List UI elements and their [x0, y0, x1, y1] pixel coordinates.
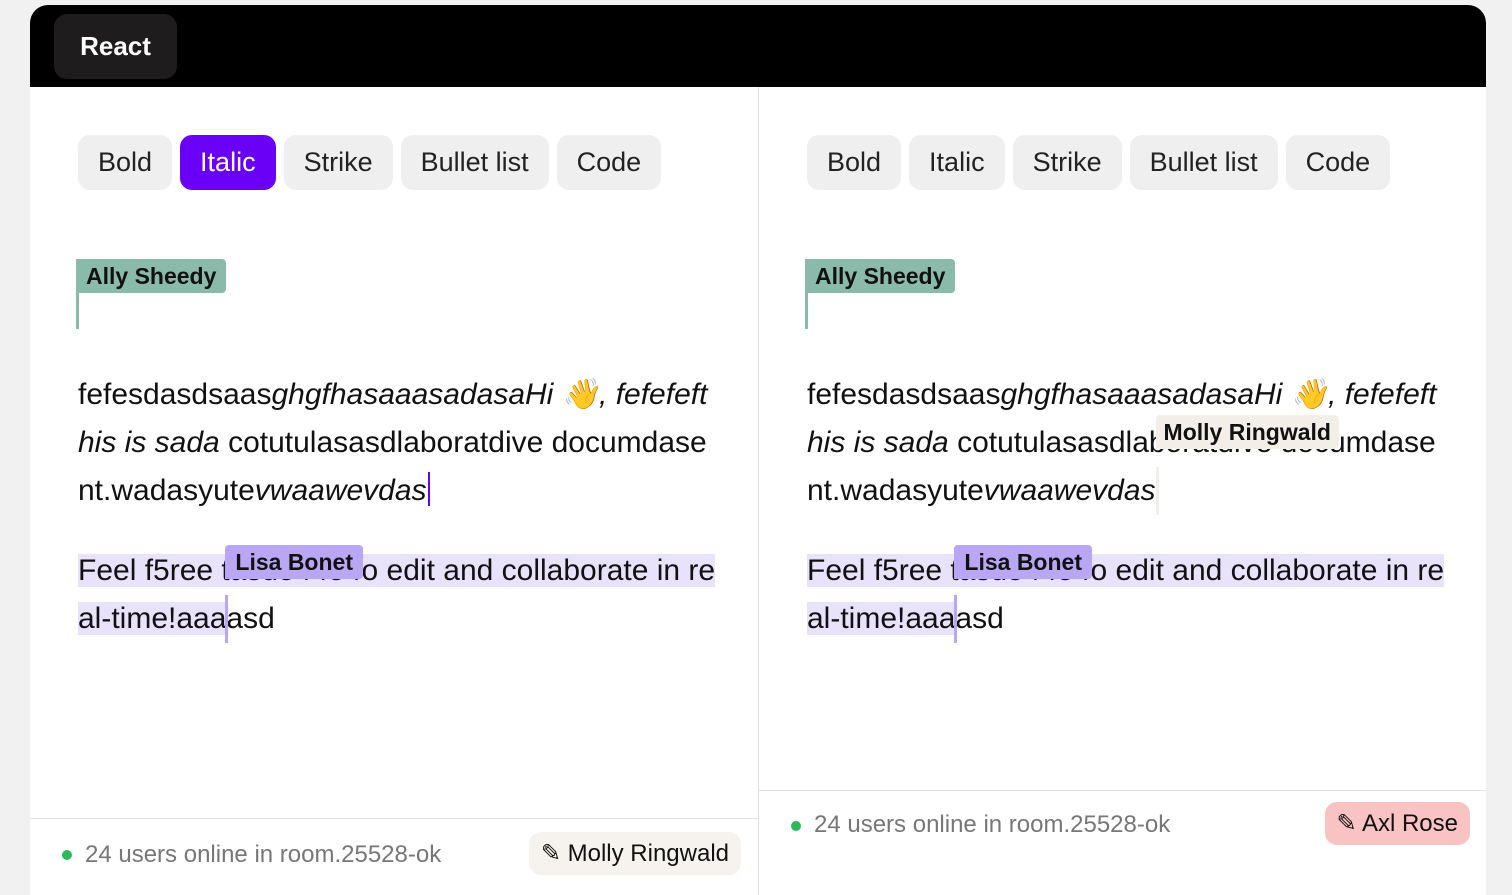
status-bar: 24 users online in room.25528-ok ✎ Molly…	[30, 818, 758, 895]
selected-text: Feel f5ree tasd54454o edit and collabora…	[807, 554, 1445, 635]
paragraph-1[interactable]: fefesdasdsaasghgfhasaaasadasaHi 👋, fefef…	[78, 371, 718, 515]
text-run: asd	[226, 602, 275, 635]
online-users-text: 24 users online in room.25528-ok	[85, 841, 442, 868]
demo-window: React Bold Italic Strike Bullet list Cod…	[30, 5, 1486, 895]
bold-button[interactable]: Bold	[807, 135, 902, 190]
code-button[interactable]: Code	[1285, 135, 1391, 190]
paragraph-1[interactable]: fefesdasdsaasghgfhasaaasadasaHi 👋, fefef…	[807, 371, 1447, 515]
collab-label-ally-sheedy: Ally Sheedy	[805, 259, 956, 293]
bullet-list-button[interactable]: Bullet list	[1129, 135, 1278, 190]
text-run: fefesdasdsaas	[807, 378, 1001, 411]
collab-caret-molly-ringwald	[1155, 467, 1159, 515]
editor-pane-left: Bold Italic Strike Bullet list Code Ally…	[30, 87, 758, 895]
bold-button[interactable]: Bold	[78, 135, 173, 190]
online-dot-icon	[62, 850, 72, 860]
collab-label-ally-sheedy: Ally Sheedy	[76, 259, 227, 293]
selected-text: Feel f5ree tasd54454o edit and collabora…	[78, 554, 716, 635]
title-bar: React	[30, 5, 1486, 87]
italic-button[interactable]: Italic	[180, 135, 276, 190]
strike-button[interactable]: Strike	[1012, 135, 1122, 190]
bullet-list-button[interactable]: Bullet list	[400, 135, 549, 190]
paragraph-2[interactable]: Feel f5ree tasd54454o edit and collabora…	[807, 545, 1447, 643]
collab-caret-lisa-bonet	[225, 595, 229, 643]
current-user-chip[interactable]: ✎ Axl Rose	[1324, 802, 1470, 845]
italic-text-run: vwaawevdas	[254, 474, 427, 507]
framework-tab-react[interactable]: React	[54, 14, 177, 79]
editor-content[interactable]: Ally Sheedy fefesdasdsaasghgfhasaaasadas…	[805, 259, 1447, 643]
text-run: fefesdasdsaas	[78, 378, 272, 411]
online-users-text: 24 users online in room.25528-ok	[814, 811, 1171, 838]
formatting-toolbar: Bold Italic Strike Bullet list Code	[807, 135, 1391, 190]
editor-content[interactable]: Ally Sheedy fefesdasdsaasghgfhasaaasadas…	[76, 259, 718, 643]
text-run: asd	[955, 602, 1004, 635]
code-button[interactable]: Code	[556, 135, 662, 190]
empty-paragraph[interactable]: Ally Sheedy	[76, 259, 718, 329]
italic-button[interactable]: Italic	[909, 135, 1005, 190]
strike-button[interactable]: Strike	[283, 135, 393, 190]
collab-label-lisa-bonet: Lisa Bonet	[954, 545, 1092, 579]
status-bar: 24 users online in room.25528-ok ✎ Axl R…	[759, 790, 1486, 895]
online-dot-icon	[791, 821, 801, 831]
local-text-caret	[427, 472, 430, 506]
collab-label-molly-ringwald: Molly Ringwald	[1155, 415, 1339, 449]
editor-pane-right: Bold Italic Strike Bullet list Code Ally…	[759, 87, 1486, 895]
collab-label-lisa-bonet: Lisa Bonet	[225, 545, 363, 579]
italic-text-run: vwaawevdas	[983, 474, 1156, 507]
paragraph-2[interactable]: Feel f5ree tasd54454o edit and collabora…	[78, 545, 718, 643]
current-user-chip[interactable]: ✎ Molly Ringwald	[528, 832, 741, 875]
collab-caret-lisa-bonet	[954, 595, 958, 643]
empty-paragraph[interactable]: Ally Sheedy	[805, 259, 1447, 329]
formatting-toolbar: Bold Italic Strike Bullet list Code	[78, 135, 662, 190]
